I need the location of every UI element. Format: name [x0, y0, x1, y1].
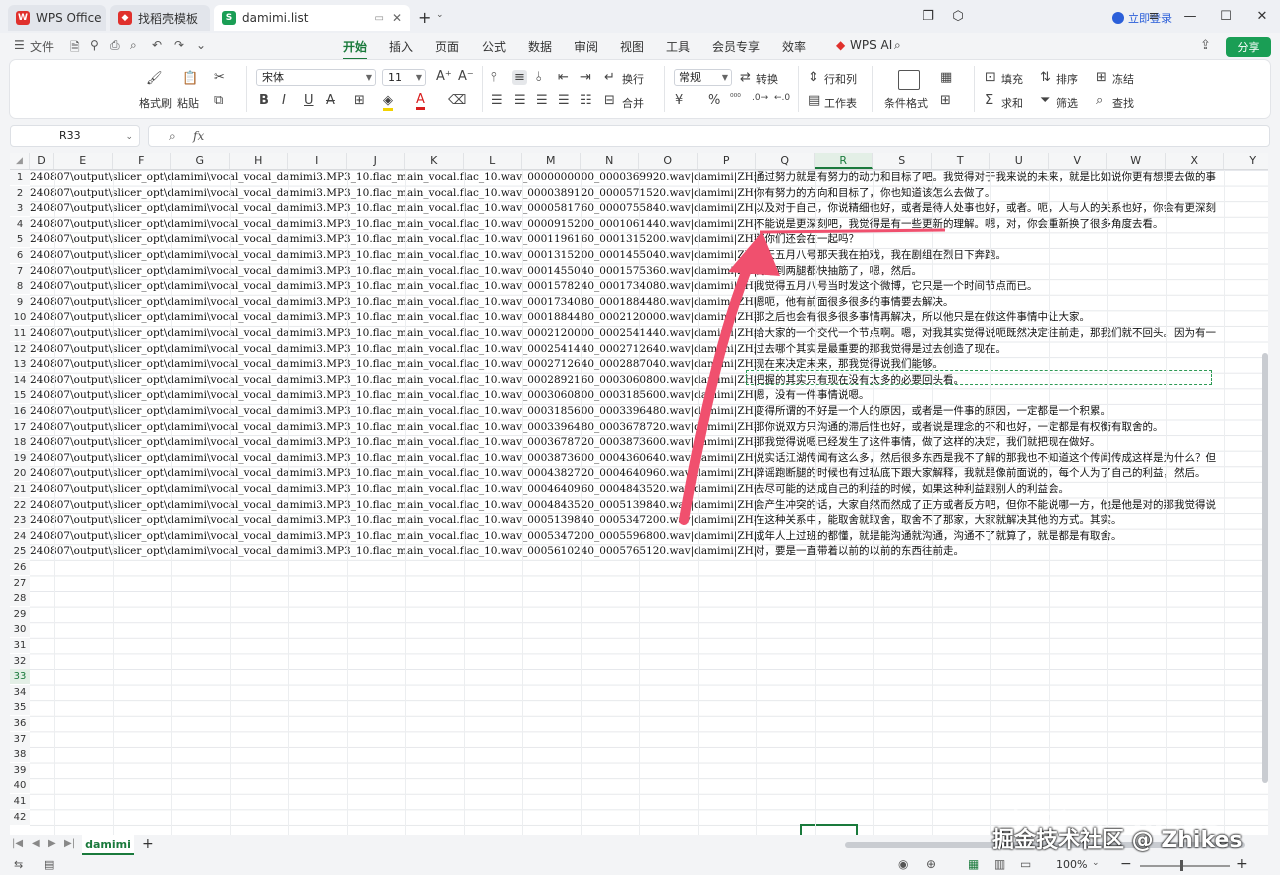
arrow-underline [759, 228, 946, 234]
arrow-head [728, 232, 780, 276]
watermark-juejin: 掘金技术社区 @ Zhikes [992, 828, 1243, 853]
annotation-arrow [679, 228, 946, 525]
arrow-shaft [679, 257, 755, 525]
